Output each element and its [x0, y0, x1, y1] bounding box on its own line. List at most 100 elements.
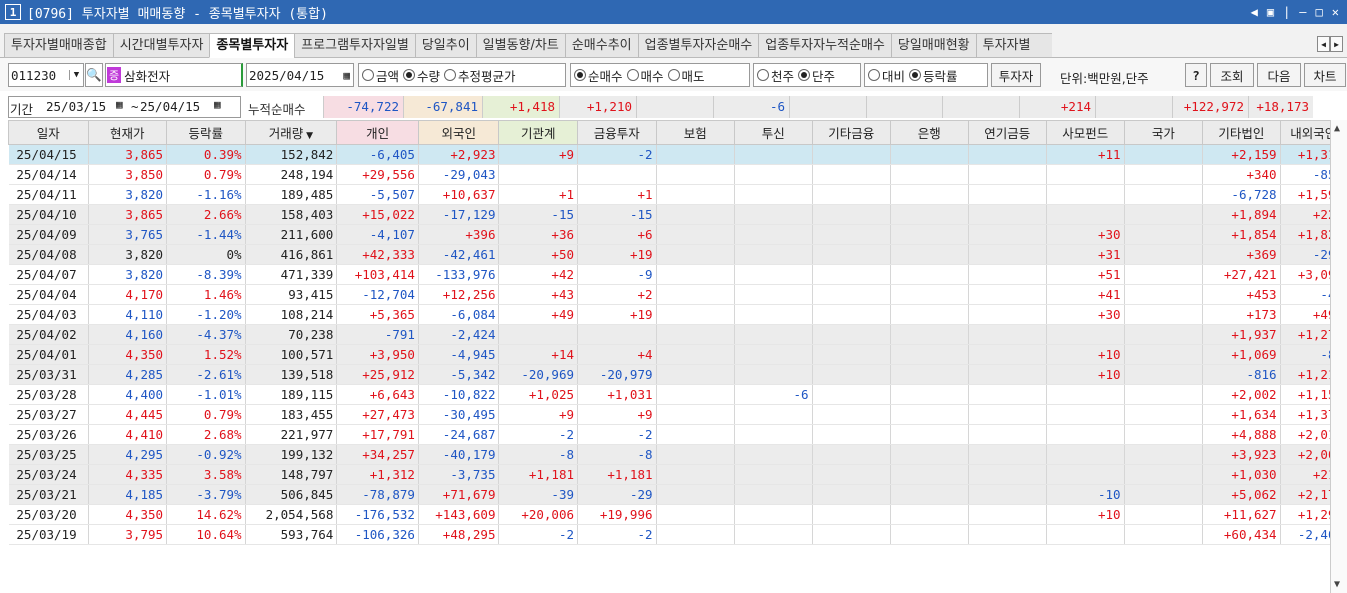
table-row[interactable]: 25/04/04 4,170 1.46% 93,415 -12,704 +12,256 +4…: [8, 284, 1347, 305]
cell-13: +30: [1046, 224, 1125, 245]
table-row[interactable]: 25/03/26 4,410 2.68% 221,977 +17,791 -24,687-…: [8, 424, 1347, 445]
cell-12: [968, 364, 1048, 385]
col-header-12[interactable]: 연기금등: [967, 120, 1048, 145]
cell-8: [656, 284, 736, 305]
radio-diff[interactable]: 대비: [868, 66, 905, 85]
cell-9: [734, 264, 813, 285]
cell-3: 189,115: [245, 384, 338, 405]
radio-sell[interactable]: 매도: [667, 66, 705, 85]
table-row[interactable]: 25/03/27 4,445 0.79% 183,455 +27,473 -30,495 +…: [8, 404, 1347, 425]
tab-0[interactable]: 투자자별매매종합: [4, 33, 113, 58]
table-row[interactable]: 25/03/25 4,295 -0.92% 199,132 +34,257 -40,179…: [8, 444, 1347, 465]
tab-8[interactable]: 업종투자자누적순매수: [758, 33, 891, 58]
col-header-11[interactable]: 은행: [890, 120, 969, 145]
help-button[interactable]: ?: [1185, 63, 1207, 87]
tab-9[interactable]: 당일매매현황: [890, 33, 976, 58]
table-row[interactable]: 25/03/21 4,185 -3.79% 506,845 -78,879 +71,679…: [8, 484, 1347, 505]
radio-rate[interactable]: 등락률: [909, 66, 958, 85]
table-row[interactable]: 25/03/20 4,350 14.62% 2,054,568 -176,532 +143…: [8, 504, 1347, 525]
cell-1: 4,185: [88, 484, 168, 505]
cell-12: [968, 324, 1048, 345]
col-header-5[interactable]: 외국인: [417, 120, 500, 145]
col-header-label: 국가: [1151, 126, 1175, 141]
radio-quantity[interactable]: 수량: [403, 66, 440, 85]
minimize-icon[interactable]: —: [1299, 5, 1306, 19]
tab-left-icon[interactable]: ◀: [1317, 36, 1330, 52]
cell-4: -106,326: [336, 524, 419, 545]
stock-code-input[interactable]: 011230 ▼: [8, 63, 84, 87]
radio-net-buy[interactable]: 순매수: [574, 66, 623, 85]
radio-single[interactable]: 단주: [798, 66, 835, 85]
col-header-4[interactable]: 개인: [336, 120, 419, 145]
col-header-14[interactable]: 국가: [1123, 120, 1204, 145]
prev-arrow-icon[interactable]: ◀: [1251, 5, 1258, 19]
table-row[interactable]: 25/04/02 4,160 -4.37% 70,238 -791 -2,424 +1,93…: [8, 324, 1347, 345]
cell-4: +34,257: [336, 444, 419, 465]
table-row[interactable]: 25/03/31 4,285 -2.61% 139,518 +25,912 -5,342-…: [8, 364, 1347, 385]
table-row[interactable]: 25/04/15 3,865 0.39% 152,842 -6,405 +2,923 +9-…: [8, 144, 1347, 165]
radio-thousand[interactable]: 천주: [757, 66, 794, 85]
cell-9: [734, 284, 813, 305]
radio-amount[interactable]: 금액: [362, 66, 399, 85]
window-icon[interactable]: ▣: [1267, 5, 1274, 19]
calendar-icon[interactable]: ▦: [343, 69, 350, 82]
col-header-1[interactable]: 현재가: [87, 120, 168, 145]
cell-7: +2: [577, 284, 657, 305]
col-header-7[interactable]: 금융투자: [577, 120, 657, 145]
col-header-15[interactable]: 기타법인: [1202, 120, 1281, 145]
cell-15: +340: [1202, 164, 1281, 185]
maximize-icon[interactable]: □: [1316, 5, 1323, 19]
investor-button[interactable]: 투자자: [991, 63, 1041, 87]
col-header-8[interactable]: 보험: [655, 120, 736, 145]
table-row[interactable]: 25/04/10 3,865 2.66% 158,403 +15,022 -17,129-…: [8, 204, 1347, 225]
col-header-10[interactable]: 기타금융: [811, 120, 892, 145]
col-header-label: 은행: [917, 126, 941, 141]
tab-6[interactable]: 순매수추이: [564, 33, 638, 58]
radio-buy[interactable]: 매수: [626, 66, 664, 85]
table-row[interactable]: 25/03/19 3,795 10.64% 593,764 -106,326 +48,29…: [8, 524, 1347, 545]
radio-avg-price[interactable]: 추정평균가: [444, 66, 516, 85]
col-header-3[interactable]: 거래량 ▼: [244, 120, 338, 145]
tab-2[interactable]: 종목별투자자: [209, 33, 295, 58]
cell-13: +11: [1046, 144, 1125, 165]
close-icon[interactable]: ✕: [1332, 5, 1339, 19]
table-row[interactable]: 25/04/08 3,820 0% 416,861 +42,333 -42,461 +50 +…: [8, 244, 1347, 265]
cell-6: -8: [498, 444, 578, 465]
search-icon[interactable]: 🔍: [85, 63, 103, 87]
sort-down-icon[interactable]: ▼: [303, 131, 313, 141]
table-row[interactable]: 25/04/07 3,820 -8.39% 471,339 +103,414 -133,9…: [8, 264, 1347, 285]
tab-3[interactable]: 프로그램투자자일별: [294, 33, 415, 58]
tab-1[interactable]: 시간대별투자자: [112, 33, 210, 58]
scroll-down-icon[interactable]: ▼: [1334, 579, 1340, 590]
tab-7[interactable]: 업종별투자자순매수: [637, 33, 759, 58]
stock-name-field[interactable]: 증 삼화전자: [105, 63, 243, 87]
scroll-up-icon[interactable]: ▲: [1334, 123, 1340, 134]
col-header-13[interactable]: 사모펀드: [1046, 120, 1125, 145]
col-header-0[interactable]: 일자: [8, 120, 89, 145]
tab-10[interactable]: 투자자별: [975, 33, 1052, 58]
cell-10: [812, 484, 892, 505]
table-row[interactable]: 25/04/09 3,765 -1.44% 211,600 -4,107 +396 +36 +…: [8, 224, 1347, 245]
next-button[interactable]: 다음: [1257, 63, 1301, 87]
query-button[interactable]: 조회: [1210, 63, 1254, 87]
cell-2: 10.64%: [166, 524, 246, 545]
vertical-scrollbar[interactable]: ▲ ▼: [1330, 120, 1347, 593]
chevron-down-icon[interactable]: ▼: [69, 70, 83, 80]
col-header-9[interactable]: 투신: [734, 120, 813, 145]
col-header-6[interactable]: 기관계: [498, 120, 578, 145]
tab-5[interactable]: 일별동향/차트: [475, 33, 565, 58]
table-row[interactable]: 25/04/14 3,850 0.79% 248,194 +29,556 -29,043 +…: [8, 164, 1347, 185]
table-row[interactable]: 25/03/24 4,335 3.58% 148,797 +1,312 -3,735 +1,…: [8, 464, 1347, 485]
cell-1: 4,170: [88, 284, 168, 305]
table-row[interactable]: 25/04/03 4,110 -1.20% 108,214 +5,365 -6,084 +4…: [8, 304, 1347, 325]
tab-bar: 투자자별매매종합 시간대별투자자 종목별투자자 프로그램투자자일별 당일추이 일별동향/차…: [0, 24, 1347, 58]
date-input[interactable]: 2025/04/15 ▦: [246, 63, 354, 87]
tab-4[interactable]: 당일추이: [414, 33, 476, 58]
col-header-2[interactable]: 등락률: [166, 120, 246, 145]
cell-8: [656, 344, 736, 365]
table-row[interactable]: 25/04/11 3,820 -1.16% 189,485 -5,507 +10,637 +…: [8, 184, 1347, 205]
table-row[interactable]: 25/03/28 4,400 -1.01% 189,115 +6,643 -10,822 +…: [8, 384, 1347, 405]
tab-right-icon[interactable]: ▶: [1330, 36, 1343, 52]
table-row[interactable]: 25/04/01 4,350 1.52% 100,571 +3,950 -4,945 +14…: [8, 344, 1347, 365]
chart-button[interactable]: 차트: [1304, 63, 1346, 87]
